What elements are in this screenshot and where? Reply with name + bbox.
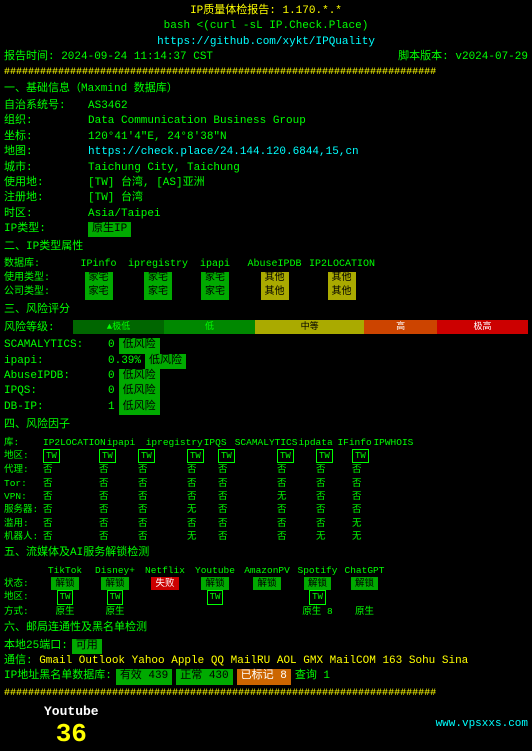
risk-seg-lowest: ▲极低 (73, 320, 164, 334)
hash-separator-top: ########################################… (4, 66, 528, 80)
header-command: bash <(curl -sL IP.Check.Place) (4, 19, 528, 34)
iptype-company-row: 公司类型: 家宅 家宅 家宅 其他 其他 (4, 286, 528, 300)
section-risk-factors-title: 四、风险因子 (4, 418, 528, 433)
rf-tor-row: Tor: 否 否 否 否 否 否 否 否 (4, 477, 528, 490)
youtube-number: 36 (56, 721, 87, 747)
media-status-row: 状态: 解锁 解锁 失败 解锁 解锁 解锁 解锁 (4, 577, 528, 590)
risk-dbip-row: DB-IP: 1低风险 (4, 400, 528, 415)
risk-ipapi-row: ipapi: 0.39%低风险 (4, 354, 528, 369)
footer: Youtube 36 www.vpsxxs.com (4, 703, 528, 747)
youtube-section: Youtube 36 (44, 703, 99, 747)
section-basic-title: 一、基础信息（Maxmind 数据库） (4, 82, 528, 97)
basic-city-row: 城市: Taichung City, Taichung (4, 161, 528, 176)
hash-separator-bottom: ########################################… (4, 687, 528, 701)
risk-bar: ▲极低 低 中等 高 极高 (73, 320, 528, 336)
risk-seg-highest: 极高 (437, 320, 528, 334)
rf-bot-row: 机器人: 否 否 否 无 否 否 无 无 (4, 530, 528, 543)
header-title: IP质量体检报告: 1.170.*.* (4, 4, 528, 19)
basic-org-row: 组织: Data Communication Business Group (4, 114, 528, 129)
risk-seg-low: 低 (164, 320, 255, 334)
mail-china25-row: 本地25端口: 可用 (4, 639, 528, 654)
mail-isp-row: 通信: Gmail Outlook Yahoo Apple QQ MailRU … (4, 654, 528, 669)
rf-header-row: 库: IP2LOCATION ipapi ipregistry IPQS SCA… (4, 436, 528, 449)
rf-region-row: 地区: TW TW TW TW TW TW TW TW (4, 449, 528, 464)
section-iptype-title: 二、IP类型属性 (4, 240, 528, 255)
youtube-label: Youtube (44, 703, 99, 721)
basic-asn-row: 自治系统号: AS3462 (4, 99, 528, 114)
risk-factors-table: 库: IP2LOCATION ipapi ipregistry IPQS SCA… (4, 436, 528, 544)
basic-map-row[interactable]: 地图: https://check.place/24.144.120.6844,… (4, 145, 528, 160)
header-meta: 报告时间: 2024-09-24 11:14:37 CST 脚本版本: v202… (4, 50, 528, 65)
media-region-row: 地区: TW TW TW TW (4, 590, 528, 605)
media-header-row: TikTok Disney+ Netflix Youtube AmazonPV … (4, 564, 528, 577)
risk-level-row: 风险等级: ▲极低 低 中等 高 极高 (4, 320, 528, 336)
risk-seg-mid: 中等 (255, 320, 364, 334)
basic-timezone-row: 时区: Asia/Taipei (4, 207, 528, 222)
basic-usage-row: 使用地: [TW] 台湾, [AS]亚洲 (4, 176, 528, 191)
footer-website: www.vpsxxs.com (436, 717, 528, 732)
iptype-header-row: 数据库: IPinfo ipregistry ipapi AbuseIPDB I… (4, 258, 528, 272)
media-method-row: 方式: 原生 原生 原生 8 原生 (4, 605, 528, 618)
section-mail-title: 六、邮局连通性及黑名单检测 (4, 621, 528, 636)
iptype-usage-row: 使用类型: 家宅 家宅 家宅 其他 其他 (4, 272, 528, 286)
rf-abuse-row: 滥用: 否 否 否 否 否 否 否 无 (4, 517, 528, 530)
rf-vpn-row: VPN: 否 否 否 否 否 无 否 否 (4, 490, 528, 503)
basic-register-row: 注册地: [TW] 台湾 (4, 191, 528, 206)
risk-abuseipdb-row: AbuseIPDB: 0低风险 (4, 369, 528, 384)
ip-type-badge: 原生IP (88, 222, 131, 237)
basic-coords-row: 坐标: 120°41′4″E, 24°8′38″N (4, 130, 528, 145)
rf-server-row: 服务器: 否 否 否 无 否 否 否 否 (4, 503, 528, 516)
rf-proxy-row: 代理: 否 否 否 否 否 否 否 否 (4, 463, 528, 476)
risk-seg-high: 高 (364, 320, 437, 334)
risk-scamalytics-row: SCAMALYTICS: 0低风险 (4, 338, 528, 353)
section-risk-title: 三、风险评分 (4, 303, 528, 318)
basic-iptype-row: IP类型: 原生IP (4, 222, 528, 237)
header-github[interactable]: https://github.com/xykt/IPQuality (4, 35, 528, 50)
section-media-title: 五、流媒体及AI服务解锁检测 (4, 546, 528, 561)
risk-ipqs-row: IPQS: 0低风险 (4, 384, 528, 399)
mail-dns-row: IP地址黑名单数据库: 有效 439 正常 430 已标记 8 查询 1 (4, 669, 528, 684)
media-table: TikTok Disney+ Netflix Youtube AmazonPV … (4, 564, 528, 618)
